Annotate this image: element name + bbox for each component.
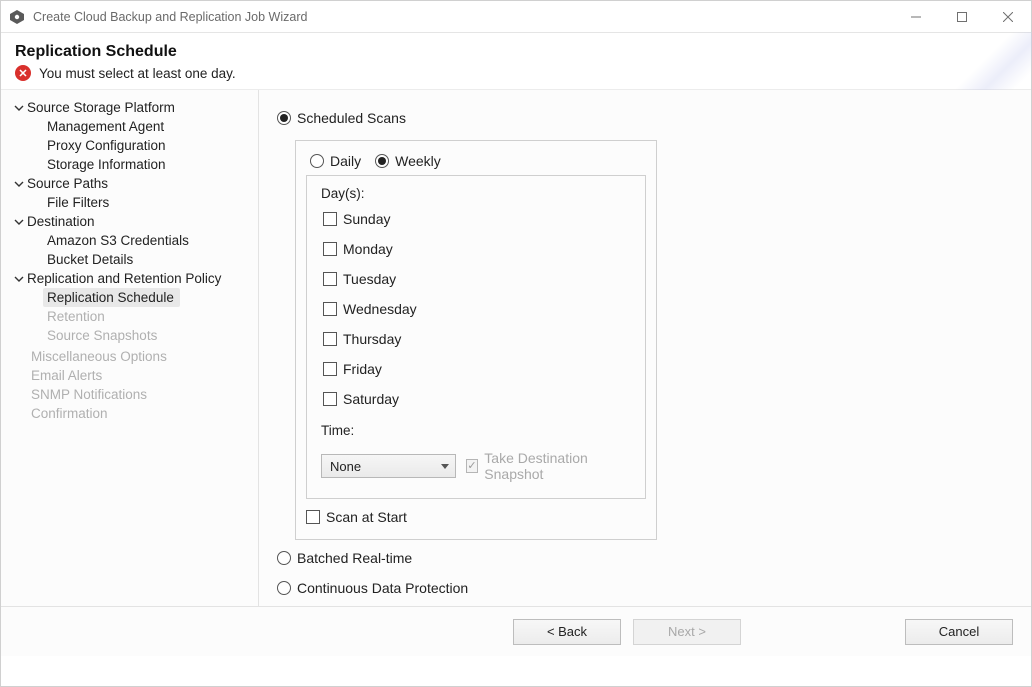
tree-item-email-alerts: Email Alerts xyxy=(27,366,258,385)
day-label: Sunday xyxy=(343,211,390,227)
snapshot-label: Take Destination Snapshot xyxy=(484,450,631,482)
page-title: Replication Schedule xyxy=(15,43,1017,61)
tree-item-retention: Retention xyxy=(43,307,258,326)
chevron-down-icon xyxy=(441,464,449,469)
radio-icon xyxy=(310,154,324,168)
tree-group-source-storage-platform[interactable]: Source Storage Platform xyxy=(9,98,258,117)
checkbox-icon xyxy=(323,212,337,226)
next-button: Next > xyxy=(633,619,741,645)
wizard-footer: < Back Next > Cancel xyxy=(1,606,1031,656)
tree-group-source-paths[interactable]: Source Paths xyxy=(9,174,258,193)
chevron-down-icon xyxy=(11,274,27,284)
day-thursday[interactable]: Thursday xyxy=(323,331,631,347)
checkbox-icon xyxy=(323,332,337,346)
day-label: Saturday xyxy=(343,391,399,407)
mode-batched-real-time[interactable]: Batched Real-time xyxy=(277,550,1013,566)
page-header: Replication Schedule ✕ You must select a… xyxy=(1,33,1031,89)
tree-group-label: Source Storage Platform xyxy=(27,100,175,115)
tree-group-destination[interactable]: Destination xyxy=(9,212,258,231)
time-label: Time: xyxy=(321,423,631,438)
app-icon xyxy=(9,9,25,25)
tree-item-miscellaneous-options: Miscellaneous Options xyxy=(27,347,258,366)
day-monday[interactable]: Monday xyxy=(323,241,631,257)
tree-item-snmp-notifications: SNMP Notifications xyxy=(27,385,258,404)
day-sunday[interactable]: Sunday xyxy=(323,211,631,227)
tree-item-confirmation: Confirmation xyxy=(27,404,258,423)
back-button[interactable]: < Back xyxy=(513,619,621,645)
validation-text: You must select at least one day. xyxy=(39,66,236,81)
checkbox-icon xyxy=(323,272,337,286)
mode-continuous-data-protection[interactable]: Continuous Data Protection xyxy=(277,580,1013,596)
day-wednesday[interactable]: Wednesday xyxy=(323,301,631,317)
tree-item-file-filters[interactable]: File Filters xyxy=(43,193,258,212)
freq-weekly-label: Weekly xyxy=(395,153,441,169)
radio-icon xyxy=(375,154,389,168)
wizard-steps-tree: Source Storage Platform Management Agent… xyxy=(1,90,259,606)
next-button-label: Next > xyxy=(668,624,706,639)
title-bar: Create Cloud Backup and Replication Job … xyxy=(1,1,1031,33)
mode-batched-label: Batched Real-time xyxy=(297,550,412,566)
take-destination-snapshot: Take Destination Snapshot xyxy=(466,450,631,482)
window-controls xyxy=(893,1,1031,33)
radio-icon xyxy=(277,551,291,565)
schedule-settings-panel: Scheduled Scans Daily Weekly Day(s): xyxy=(259,90,1031,606)
day-label: Thursday xyxy=(343,331,401,347)
tree-item-replication-schedule[interactable]: Replication Schedule xyxy=(43,288,180,307)
radio-icon xyxy=(277,111,291,125)
checkbox-icon xyxy=(306,510,320,524)
day-label: Wednesday xyxy=(343,301,417,317)
checkbox-icon xyxy=(323,302,337,316)
cancel-button-label: Cancel xyxy=(939,624,979,639)
chevron-down-icon xyxy=(11,217,27,227)
freq-weekly[interactable]: Weekly xyxy=(375,153,441,169)
checkbox-icon xyxy=(323,392,337,406)
checkbox-icon xyxy=(323,242,337,256)
close-button[interactable] xyxy=(985,1,1031,33)
minimize-button[interactable] xyxy=(893,1,939,33)
freq-daily-label: Daily xyxy=(330,153,361,169)
tree-group-label: Replication and Retention Policy xyxy=(27,271,221,286)
tree-item-bucket-details[interactable]: Bucket Details xyxy=(43,250,258,269)
tree-group-replication-retention-policy[interactable]: Replication and Retention Policy xyxy=(9,269,258,288)
tree-group-label: Destination xyxy=(27,214,95,229)
window-title: Create Cloud Backup and Replication Job … xyxy=(33,10,893,24)
checkbox-icon xyxy=(323,362,337,376)
tree-item-source-snapshots: Source Snapshots xyxy=(43,326,258,345)
day-label: Friday xyxy=(343,361,382,377)
days-label: Day(s): xyxy=(321,186,631,201)
time-select[interactable]: None xyxy=(321,454,456,478)
tree-item-storage-information[interactable]: Storage Information xyxy=(43,155,258,174)
scan-at-start-label: Scan at Start xyxy=(326,509,407,525)
tree-item-amazon-s3-credentials[interactable]: Amazon S3 Credentials xyxy=(43,231,258,250)
radio-icon xyxy=(277,581,291,595)
day-label: Tuesday xyxy=(343,271,396,287)
days-fieldset: Day(s): Sunday Monday Tuesday Wednesday … xyxy=(306,175,646,499)
validation-message: ✕ You must select at least one day. xyxy=(15,65,1017,81)
error-icon: ✕ xyxy=(15,65,31,81)
checkbox-icon xyxy=(466,459,479,473)
day-friday[interactable]: Friday xyxy=(323,361,631,377)
tree-item-management-agent[interactable]: Management Agent xyxy=(43,117,258,136)
chevron-down-icon xyxy=(11,179,27,189)
cancel-button[interactable]: Cancel xyxy=(905,619,1013,645)
mode-scheduled-scans[interactable]: Scheduled Scans xyxy=(277,110,1013,126)
day-saturday[interactable]: Saturday xyxy=(323,391,631,407)
tree-group-label: Source Paths xyxy=(27,176,108,191)
day-tuesday[interactable]: Tuesday xyxy=(323,271,631,287)
maximize-button[interactable] xyxy=(939,1,985,33)
scan-at-start[interactable]: Scan at Start xyxy=(306,509,646,525)
mode-cdp-label: Continuous Data Protection xyxy=(297,580,468,596)
freq-daily[interactable]: Daily xyxy=(310,153,361,169)
back-button-label: < Back xyxy=(547,624,587,639)
time-select-value: None xyxy=(330,459,361,474)
tree-item-proxy-configuration[interactable]: Proxy Configuration xyxy=(43,136,258,155)
day-label: Monday xyxy=(343,241,393,257)
mode-scheduled-label: Scheduled Scans xyxy=(297,110,406,126)
wizard-body: Source Storage Platform Management Agent… xyxy=(1,89,1031,606)
scheduled-scans-fieldset: Daily Weekly Day(s): Sunday Monday Tuesd… xyxy=(295,140,657,540)
chevron-down-icon xyxy=(11,103,27,113)
